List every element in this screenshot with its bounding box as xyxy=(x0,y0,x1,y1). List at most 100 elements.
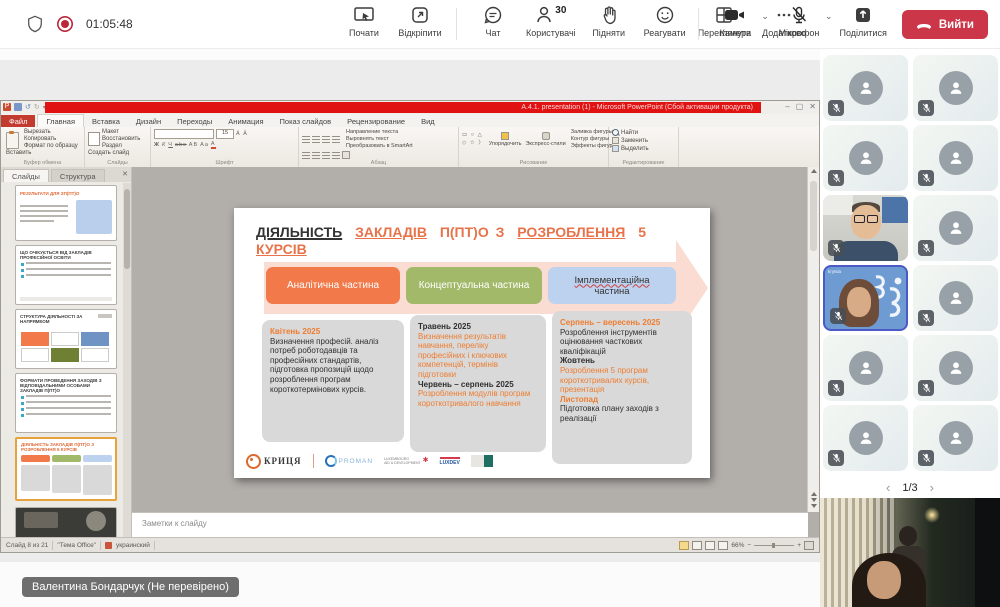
font-color-button[interactable]: А xyxy=(211,141,216,149)
slide-thumbnail-7[interactable]: 7 ФОРМАТИ ПРОВЕДЕННЯ ЗАХОДІВ З ВІДПОВІДА… xyxy=(15,373,117,433)
start-share-button[interactable]: Почати xyxy=(336,5,392,38)
tab-file[interactable]: Файл xyxy=(1,115,35,127)
camera-button[interactable]: Камера xyxy=(707,5,763,38)
tab-insert[interactable]: Вставка xyxy=(84,115,128,127)
scroll-up-icon[interactable] xyxy=(811,169,817,173)
participant-tile[interactable] xyxy=(913,195,998,261)
font-grow-shrink-icons[interactable]: А́ А̌ xyxy=(236,131,248,137)
justify-button[interactable] xyxy=(332,152,340,159)
camera-chevron-icon[interactable]: ⌄ xyxy=(761,11,769,22)
slide-sorter-view-icon[interactable] xyxy=(692,541,702,550)
next-slide-button[interactable] xyxy=(811,498,817,502)
participant-tile[interactable] xyxy=(913,405,998,471)
select-button[interactable]: Выделить xyxy=(621,146,649,152)
tab-design[interactable]: Дизайн xyxy=(128,115,169,127)
minimize-button[interactable]: – xyxy=(785,101,789,113)
notes-pane[interactable]: Заметки к слайду xyxy=(132,512,808,538)
text-direction-button[interactable]: Направление текста xyxy=(346,129,413,135)
restore-button[interactable]: ▢ xyxy=(796,101,804,113)
participant-tile[interactable] xyxy=(913,125,998,191)
slide-thumbnail-8-current[interactable]: 8 ДІЯЛЬНІСТЬ ЗАКЛАДІВ П(ПТ)О З РОЗРОБЛЕН… xyxy=(15,437,117,501)
tab-home[interactable]: Главная xyxy=(37,114,84,127)
participant-tile[interactable] xyxy=(913,335,998,401)
participant-tile[interactable] xyxy=(823,55,908,121)
status-language[interactable]: украинский xyxy=(116,542,150,549)
panel-tab-outline[interactable]: Структура xyxy=(51,169,105,182)
panel-tab-slides[interactable]: Слайды xyxy=(3,169,49,182)
raise-hand-button[interactable]: Підняти xyxy=(581,5,637,38)
paste-button[interactable]: Вставить xyxy=(6,150,81,156)
previous-slide-button[interactable] xyxy=(811,492,817,496)
save-icon[interactable] xyxy=(14,103,22,111)
slide-thumbnail-4[interactable]: 4 РЕЗУЛЬТАТИ ДЛЯ ЗП(ПТ)О xyxy=(15,185,117,241)
tab-animations[interactable]: Анимация xyxy=(220,115,271,127)
tab-view[interactable]: Вид xyxy=(413,115,443,127)
tab-slideshow[interactable]: Показ слайдов xyxy=(272,115,340,127)
increase-indent-button[interactable] xyxy=(332,136,340,143)
redo-icon[interactable]: ↻ xyxy=(34,103,40,111)
zoom-slider-knob[interactable] xyxy=(772,543,775,548)
copy-button[interactable]: Копировать xyxy=(24,136,78,142)
new-slide-button[interactable]: Создать слайд xyxy=(88,150,147,156)
tab-review[interactable]: Рецензирование xyxy=(339,115,413,127)
chat-button[interactable]: Чат xyxy=(465,5,521,38)
strikethrough-button[interactable]: abc xyxy=(175,142,187,148)
panel-close-icon[interactable]: ✕ xyxy=(122,170,128,178)
editor-scrollbar[interactable] xyxy=(807,167,819,512)
paste-icon[interactable] xyxy=(6,132,19,149)
zoom-out-icon[interactable]: − xyxy=(747,542,751,549)
participant-tile[interactable] xyxy=(823,335,908,401)
slideshow-view-icon[interactable] xyxy=(718,541,728,550)
close-button[interactable]: ✕ xyxy=(809,101,816,113)
fit-to-window-icon[interactable] xyxy=(804,541,814,550)
format-painter-button[interactable]: Формат по образцу xyxy=(24,143,78,149)
react-button[interactable]: Реагувати xyxy=(637,5,693,38)
section-button[interactable]: Раздел xyxy=(102,143,140,149)
reset-button[interactable]: Восстановить xyxy=(102,136,140,142)
zoom-slider[interactable] xyxy=(754,545,794,546)
participant-tile[interactable] xyxy=(913,55,998,121)
reading-view-icon[interactable] xyxy=(705,541,715,550)
shape-effects-button[interactable]: Эффекты фигур xyxy=(571,143,613,149)
bold-button[interactable]: Ж xyxy=(154,142,160,148)
undo-icon[interactable]: ↺ xyxy=(25,103,31,111)
mic-chevron-icon[interactable]: ⌄ xyxy=(825,11,833,22)
italic-button[interactable]: К xyxy=(162,142,166,148)
character-spacing-button[interactable]: АВ xyxy=(189,142,198,148)
participant-tile[interactable] xyxy=(823,125,908,191)
participants-button[interactable]: 30 Користувачі xyxy=(521,5,581,38)
slide-thumbnail-6[interactable]: 6 СТРУКТУРА ДІЯЛЬНОСТІ ЗА НАПРЯМКОМ xyxy=(15,309,117,369)
replace-button[interactable]: Заменить xyxy=(621,138,648,144)
slide-canvas[interactable]: ДІЯЛЬНІСТЬ ЗАКЛАДІВ П(ПТ)О З РОЗРОБЛЕННЯ… xyxy=(234,208,710,478)
scroll-down-icon[interactable] xyxy=(811,504,817,508)
columns-button[interactable] xyxy=(342,151,350,159)
shape-outline-button[interactable]: Контур фигуры xyxy=(571,136,613,142)
shape-fill-button[interactable]: Заливка фигуры xyxy=(571,129,613,135)
new-slide-icon[interactable] xyxy=(88,132,100,146)
layout-button[interactable]: Макет xyxy=(102,129,140,135)
decrease-indent-button[interactable] xyxy=(322,136,330,143)
bullets-button[interactable] xyxy=(302,136,310,143)
change-case-button[interactable]: Аа xyxy=(200,142,209,148)
cut-button[interactable]: Вырезать xyxy=(24,129,78,135)
slide-thumbnail-5[interactable]: 5 ЩО ОЧІКУЄТЬСЯ ВІД ЗАКЛАДІВ ПРОФЕСІЙНОЇ… xyxy=(15,245,117,305)
find-button[interactable]: Найти xyxy=(621,130,638,136)
room-video-tile[interactable] xyxy=(820,498,1000,607)
align-right-button[interactable] xyxy=(322,152,330,159)
recording-icon[interactable] xyxy=(56,15,74,33)
shapes-gallery[interactable]: ▭ ○ △◇ ☆ 〉 xyxy=(462,132,485,146)
font-name-select[interactable] xyxy=(154,129,214,139)
smartart-button[interactable]: Преобразовать в SmartArt xyxy=(346,143,413,149)
panel-scrollbar[interactable] xyxy=(123,183,131,538)
align-center-button[interactable] xyxy=(312,152,320,159)
previous-page-icon[interactable]: ‹ xyxy=(886,480,890,495)
numbering-button[interactable] xyxy=(312,136,320,143)
slide-thumbnail-9[interactable]: 9 xyxy=(15,507,117,538)
align-left-button[interactable] xyxy=(302,152,310,159)
tab-transitions[interactable]: Переходы xyxy=(169,115,220,127)
scrollbar-thumb[interactable] xyxy=(810,181,817,251)
next-page-icon[interactable]: › xyxy=(930,480,934,495)
participant-tile[interactable] xyxy=(913,265,998,331)
arrange-button[interactable]: Упорядочить xyxy=(489,141,522,147)
leave-button[interactable]: Вийти xyxy=(902,10,988,39)
